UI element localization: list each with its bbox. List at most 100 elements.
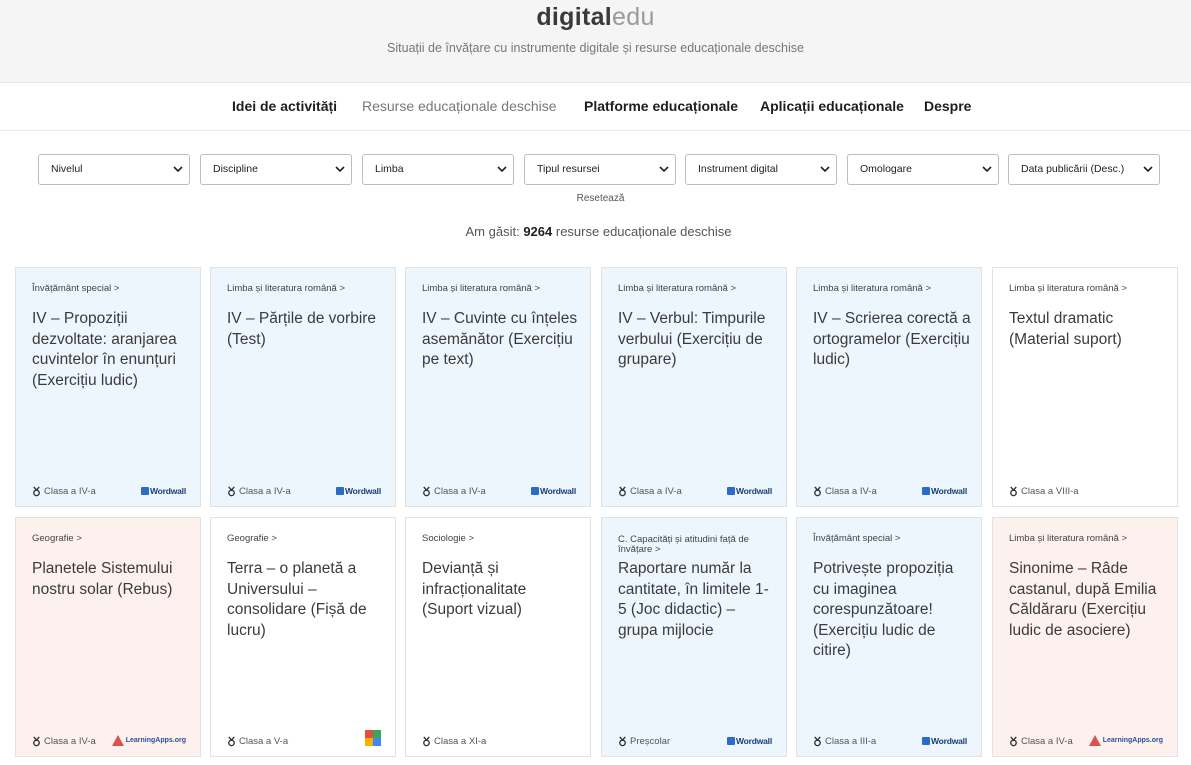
card-grade-label: Clasa a XI-a [434, 736, 487, 747]
card-grade-label: Clasa a IV-a [44, 736, 96, 747]
nav-item-about[interactable]: Despre [924, 98, 971, 114]
grade-icon [814, 736, 821, 747]
card-grade: Clasa a IV-a [31, 736, 96, 747]
resource-card[interactable]: Învățământ special > Potrivește propoziț… [796, 517, 982, 757]
card-category-link[interactable]: Geografie > [32, 534, 192, 544]
filter-discipline-value: Discipline [213, 163, 258, 175]
card-tool-label: Wordwall [539, 486, 576, 496]
wordwall-logo-icon: Wordwall [335, 486, 381, 496]
card-category-link[interactable]: Limba și literatura română > [618, 284, 778, 294]
results-prefix: Am găsit: [465, 224, 520, 239]
card-title[interactable]: IV – Părțile de vorbire (Test) [227, 309, 385, 350]
grade-icon [423, 736, 430, 747]
card-category-link[interactable]: Limba și literatura română > [422, 284, 582, 294]
grade-icon [33, 486, 40, 497]
grade-icon [33, 736, 40, 747]
card-grade: Clasa a VIII-a [1008, 486, 1079, 497]
card-title[interactable]: IV – Verbul: Timpurile verbului (Exerciț… [618, 309, 776, 371]
card-category-link[interactable]: Geografie > [227, 534, 387, 544]
grade-icon [1010, 736, 1017, 747]
resource-card[interactable]: C. Capacități și atitudini față de învăț… [601, 517, 787, 757]
resource-card[interactable]: Limba și literatura română > IV – Cuvint… [405, 267, 591, 507]
resource-card[interactable]: Limba și literatura română > IV – Părțil… [210, 267, 396, 507]
wordwall-logo-icon: Wordwall [726, 486, 772, 496]
resource-card[interactable]: Învățământ special > IV – Propoziții dez… [15, 267, 201, 507]
nav-item-apps[interactable]: Aplicații educaționale [760, 98, 904, 114]
card-grade: Preșcolar [617, 736, 670, 747]
nav-item-platforms[interactable]: Platforme educaționale [584, 98, 738, 114]
card-grade: Clasa a IV-a [31, 486, 96, 497]
grade-icon [423, 486, 430, 497]
card-category-link[interactable]: Limba și literatura română > [813, 284, 973, 294]
card-tool-label: Wordwall [344, 486, 381, 496]
resource-card[interactable]: Geografie > Planetele Sistemului nostru … [15, 517, 201, 757]
chevron-down-icon [1143, 166, 1153, 173]
grade-icon [619, 486, 626, 497]
resource-card[interactable]: Limba și literatura română > Textul dram… [992, 267, 1178, 507]
card-title[interactable]: Devianță și infracționalitate (Suport vi… [422, 559, 580, 621]
card-grade: Clasa a IV-a [421, 486, 486, 497]
card-grade: Clasa a III-a [812, 736, 876, 747]
card-category-link[interactable]: Sociologie > [422, 534, 582, 544]
card-title[interactable]: Planetele Sistemului nostru solar (Rebus… [32, 559, 190, 600]
resource-card[interactable]: Limba și literatura română > Sinonime – … [992, 517, 1178, 757]
card-grade-label: Preșcolar [630, 736, 671, 747]
filter-digital-tool-value: Instrument digital [698, 163, 778, 175]
grade-icon [814, 486, 821, 497]
nav-item-activity-ideas[interactable]: Idei de activități [232, 98, 337, 114]
resource-card[interactable]: Limba și literatura română > IV – Verbul… [601, 267, 787, 507]
card-category-link[interactable]: Limba și literatura română > [1009, 284, 1169, 294]
filter-discipline-select[interactable]: Discipline [200, 154, 352, 185]
wordwall-logo-icon: Wordwall [140, 486, 186, 496]
filter-resource-type-value: Tipul resursei [537, 163, 600, 175]
filter-approval-select[interactable]: Omologare [847, 154, 999, 185]
filter-resource-type-select[interactable]: Tipul resursei [524, 154, 676, 185]
resource-card[interactable]: Sociologie > Devianță și infracționalita… [405, 517, 591, 757]
card-title[interactable]: IV – Cuvinte cu înțeles asemănător (Exer… [422, 309, 580, 371]
card-grade-label: Clasa a IV-a [239, 486, 291, 497]
results-suffix: resurse educaționale deschise [555, 224, 732, 239]
card-title[interactable]: Sinonime – Râde castanul, după Emilia Că… [1009, 559, 1167, 641]
card-grade: Clasa a IV-a [226, 486, 291, 497]
learningapps-logo-icon: LearningApps.org [1088, 735, 1163, 746]
card-tool-label: Wordwall [930, 736, 967, 746]
card-tool-label: Wordwall [735, 486, 772, 496]
card-grade: Clasa a IV-a [812, 486, 877, 497]
reset-filters-link[interactable]: Resetează [0, 193, 1191, 204]
card-title[interactable]: Terra – o planetă a Universului – consol… [227, 559, 385, 641]
card-category-link[interactable]: Limba și literatura română > [1009, 534, 1169, 544]
card-grade-label: Clasa a IV-a [434, 486, 486, 497]
filter-sort-date-select[interactable]: Data publicării (Desc.) [1008, 154, 1160, 185]
card-grade-label: Clasa a V-a [239, 736, 289, 747]
card-category-link[interactable]: Învățământ special > [32, 284, 192, 294]
chevron-down-icon [497, 166, 507, 173]
results-count: 9264 [523, 224, 553, 239]
card-title[interactable]: IV – Scrierea corectă a ortogramelor (Ex… [813, 309, 971, 371]
card-grade: Clasa a IV-a [617, 486, 682, 497]
card-title[interactable]: Raportare număr la cantitate, în limitel… [618, 559, 776, 641]
logo-light-text: edu [612, 3, 655, 31]
card-grade: Clasa a IV-a [1008, 736, 1073, 747]
grade-icon [1010, 486, 1017, 497]
nav-item-open-resources[interactable]: Resurse educaționale deschise [362, 98, 557, 114]
resource-card[interactable]: Limba și literatura română > IV – Scrier… [796, 267, 982, 507]
wordwall-logo-icon: Wordwall [530, 486, 576, 496]
filter-language-select[interactable]: Limba [362, 154, 514, 185]
site-header: digitaledu Situații de învățare cu instr… [0, 0, 1191, 83]
learningapps-logo-icon: LearningApps.org [111, 735, 186, 746]
card-category-link[interactable]: Limba și literatura română > [227, 284, 387, 294]
site-tagline: Situații de învățare cu instrumente digi… [387, 41, 804, 55]
card-tool-label: LearningApps.org [1102, 737, 1163, 744]
card-title[interactable]: IV – Propoziții dezvoltate: aranjarea cu… [32, 309, 190, 391]
filter-digital-tool-select[interactable]: Instrument digital [685, 154, 837, 185]
filter-level-select[interactable]: Nivelul [38, 154, 190, 185]
card-category-link[interactable]: C. Capacități și atitudini față de învăț… [618, 535, 778, 555]
logo-bold-text: digital [536, 3, 613, 31]
card-title[interactable]: Textul dramatic (Material suport) [1009, 309, 1167, 350]
card-tool-label: Wordwall [149, 486, 186, 496]
card-category-link[interactable]: Învățământ special > [813, 534, 973, 544]
site-logo[interactable]: digitaledu [0, 2, 1191, 32]
card-tool-label: Wordwall [930, 486, 967, 496]
card-title[interactable]: Potrivește propoziția cu imaginea coresp… [813, 559, 971, 662]
resource-card[interactable]: Geografie > Terra – o planetă a Universu… [210, 517, 396, 757]
